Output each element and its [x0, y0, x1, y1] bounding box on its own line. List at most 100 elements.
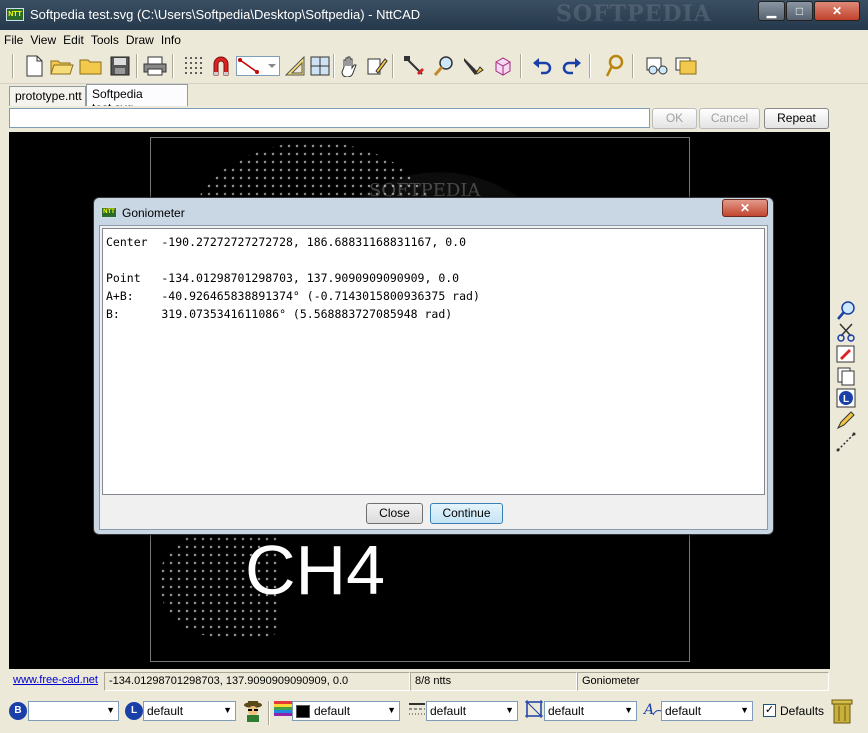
dialog-continue-button[interactable]: Continue [430, 503, 503, 524]
menu-bar: File View Edit Tools Draw Info [0, 30, 868, 50]
maximize-button[interactable]: □ [786, 1, 813, 21]
result-line-point: Point -134.01298701298703, 137.909090909… [106, 271, 460, 285]
result-line-b: B: 319.0735341611086° (5.568883727085948… [106, 307, 453, 321]
cancel-button[interactable]: Cancel [699, 108, 760, 129]
crosshair-icon[interactable] [307, 53, 333, 79]
toolbar-separator [172, 54, 174, 78]
toolbar-separator [136, 54, 138, 78]
sign-icon[interactable] [833, 344, 859, 366]
dialog-close-icon[interactable]: ✕ [722, 199, 768, 217]
brand-watermark: SOFTPEDIA [556, 1, 712, 27]
hatch-dropdown[interactable]: default ▼ [544, 701, 637, 721]
toolbar-separator [12, 54, 14, 78]
scissors-icon[interactable] [833, 322, 859, 344]
set-square-icon[interactable] [282, 53, 308, 79]
dialog-close-button[interactable]: Close [366, 503, 423, 524]
line-tool-icon [238, 58, 276, 74]
folder-icon[interactable] [78, 53, 104, 79]
line-type-dropdown-value: default [430, 704, 467, 718]
open-folder-icon[interactable] [49, 53, 75, 79]
chevron-down-icon: ▼ [740, 705, 749, 715]
chevron-down-icon: ▼ [223, 705, 232, 715]
command-input[interactable] [9, 108, 650, 128]
minimize-button[interactable]: ▁ [758, 1, 785, 21]
cut-tool-icon[interactable] [401, 53, 427, 79]
chevron-down-icon: ▼ [624, 705, 633, 715]
window-title: Softpedia test.svg (C:\Users\Softpedia\D… [30, 7, 421, 22]
status-coordinates: -134.01298701298703, 137.9090909090909, … [104, 672, 410, 691]
layer-dropdown[interactable]: default ▼ [143, 701, 236, 721]
print-icon[interactable] [142, 53, 168, 79]
command-bar: OK Cancel Repeat [0, 106, 868, 132]
tab-prototype[interactable]: prototype.ntt [9, 86, 86, 106]
layer-dropdown-value: default [147, 704, 184, 718]
redo-icon[interactable] [558, 53, 584, 79]
layers-icon[interactable] [673, 53, 699, 79]
tab-softpedia-test[interactable]: Softpedia test.svg [86, 84, 188, 115]
menu-tools[interactable]: Tools [87, 30, 122, 47]
close-window-button[interactable]: ✕ [814, 1, 860, 21]
defaults-checkbox[interactable]: ✓ [763, 704, 776, 717]
menu-view[interactable]: View [26, 30, 59, 47]
svg-text:A: A [642, 702, 654, 718]
measure-icon[interactable] [833, 432, 859, 454]
menu-draw[interactable]: Draw [122, 30, 157, 47]
menu-info[interactable]: Info [157, 30, 184, 47]
zoom-icon[interactable] [431, 53, 457, 79]
dialog-app-icon: NTT [101, 207, 117, 218]
status-entity-count: 8/8 ntts [410, 672, 577, 691]
result-text-area[interactable]: Center -190.27272727272728, 186.68831168… [102, 228, 765, 495]
b-dropdown[interactable]: ▼ [28, 701, 119, 721]
undo-icon[interactable] [530, 53, 556, 79]
dialog-body: Center -190.27272727272728, 186.68831168… [99, 225, 768, 530]
defaults-label: Defaults [780, 704, 825, 718]
toolbar-separator [333, 54, 335, 78]
spy-icon[interactable] [241, 699, 265, 723]
3d-box-icon[interactable] [490, 53, 516, 79]
b-icon: B [9, 702, 27, 720]
save-icon[interactable] [107, 53, 133, 79]
toolbar-separator [268, 701, 270, 725]
l-icon: L [125, 702, 143, 720]
rope-icon[interactable] [601, 53, 627, 79]
repeat-button[interactable]: Repeat [764, 108, 829, 129]
grid-icon[interactable] [181, 53, 207, 79]
toolbar-separator [392, 54, 394, 78]
result-line-blank [106, 251, 761, 269]
toolbar-separator [589, 54, 591, 78]
color-dropdown-value: default [314, 704, 351, 718]
copy-icon[interactable] [833, 366, 859, 388]
document-tabs: prototype.ntt Softpedia test.svg [0, 84, 868, 115]
glasses-icon[interactable] [644, 53, 670, 79]
result-line-center: Center -190.27272727272728, 186.68831168… [106, 235, 467, 249]
font-dropdown[interactable]: default ▼ [661, 701, 753, 721]
website-link[interactable]: www.free-cad.net [13, 674, 98, 686]
hatch-icon[interactable] [522, 699, 546, 723]
line-type-dropdown[interactable]: default ▼ [426, 701, 518, 721]
goniometer-dialog: NTT Goniometer ✕ Center -190.27272727272… [93, 197, 774, 535]
canvas-text: CH4 [245, 531, 386, 609]
magnet-snap-icon[interactable] [208, 53, 234, 79]
magnifier-icon[interactable] [833, 300, 859, 322]
toolbar-separator [632, 54, 634, 78]
trash-icon[interactable] [829, 697, 855, 725]
title-bar: NTT Softpedia test.svg (C:\Users\Softped… [0, 0, 868, 30]
new-file-icon[interactable] [21, 53, 47, 79]
dialog-title: Goniometer [122, 206, 185, 220]
color-dropdown[interactable]: default ▼ [292, 701, 400, 721]
app-icon: NTT [6, 8, 24, 21]
line-tool-dropdown[interactable] [236, 56, 280, 76]
layer-l-icon[interactable]: L [833, 388, 859, 410]
properties-bar: B ▼ L default ▼ default ▼ default ▼ default… [0, 694, 868, 733]
menu-file[interactable]: File [0, 30, 26, 47]
hatch-dropdown-value: default [548, 704, 585, 718]
website-cell: www.free-cad.net [9, 672, 104, 691]
main-toolbar [0, 50, 868, 84]
edit-node-icon[interactable] [364, 53, 390, 79]
pan-hand-icon[interactable] [337, 53, 363, 79]
menu-edit[interactable]: Edit [59, 30, 87, 47]
pen-tool-icon[interactable] [460, 53, 486, 79]
pencil-icon[interactable] [833, 410, 859, 432]
font-dropdown-value: default [665, 704, 702, 718]
ok-button[interactable]: OK [652, 108, 697, 129]
